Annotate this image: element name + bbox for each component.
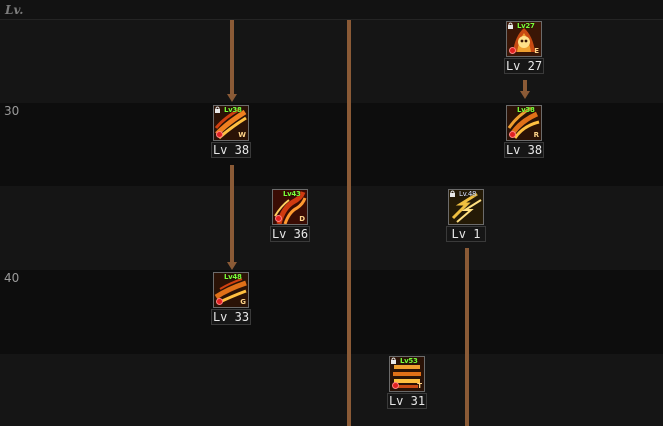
hotkey-label: G: [240, 298, 246, 306]
required-level: Lv38: [517, 106, 535, 114]
required-level: Lv43: [283, 190, 301, 198]
lock-icon: [450, 190, 455, 197]
skill-level: Lv 38: [504, 142, 544, 158]
skill-w[interactable]: Lv38 W Lv 38: [211, 105, 251, 158]
skill-icon[interactable]: Lv27 E: [506, 21, 542, 57]
level-marker-40: 40: [4, 271, 20, 285]
skill-level: Lv 27: [504, 58, 544, 74]
skill-level: Lv 38: [211, 142, 251, 158]
alert-icon: [216, 131, 223, 138]
connector-arrow: [227, 262, 237, 270]
hotkey-label: T: [417, 382, 422, 390]
row-band: [0, 0, 663, 20]
skill-level: Lv 33: [211, 309, 251, 325]
connector-line: [465, 248, 469, 426]
lock-icon: [215, 106, 220, 113]
skill-r[interactable]: Lv38 R Lv 38: [504, 105, 544, 158]
hotkey-label: R: [533, 131, 539, 139]
skill-icon[interactable]: Lv48 G: [213, 272, 249, 308]
level-marker-30: 30: [4, 104, 20, 118]
required-level: Lv48: [224, 273, 242, 281]
connector-line: [230, 20, 234, 96]
connector-arrow: [227, 94, 237, 102]
header-divider: [0, 19, 663, 20]
skill-passive[interactable]: Lv.48 Lv 1: [446, 189, 486, 242]
alert-icon: [275, 215, 282, 222]
alert-icon: [509, 131, 516, 138]
required-level: Lv38: [224, 106, 242, 114]
skill-level: Lv 1: [446, 226, 486, 242]
required-level: Lv27: [517, 22, 535, 30]
row-band: [0, 103, 663, 186]
skill-d[interactable]: Lv43 D Lv 36: [270, 189, 310, 242]
level-column-header: Lv.: [5, 3, 24, 17]
hotkey-label: E: [534, 47, 539, 55]
row-band: [0, 354, 663, 426]
alert-icon: [392, 382, 399, 389]
lock-icon: [508, 22, 513, 29]
skill-icon[interactable]: Lv38 W: [213, 105, 249, 141]
connector-line: [347, 20, 351, 426]
skill-t[interactable]: Lv53 T Lv 31: [387, 356, 427, 409]
skill-icon[interactable]: Lv43 D: [272, 189, 308, 225]
required-level: Lv.48: [459, 190, 477, 198]
alert-icon: [216, 298, 223, 305]
row-band: [0, 20, 663, 103]
skill-icon[interactable]: Lv.48: [448, 189, 484, 225]
lock-icon: [391, 357, 396, 364]
connector-arrow: [520, 91, 530, 99]
alert-icon: [509, 47, 516, 54]
skill-icon[interactable]: Lv38 R: [506, 105, 542, 141]
skill-g[interactable]: Lv48 G Lv 33: [211, 272, 251, 325]
skill-e[interactable]: Lv27 E Lv 27: [504, 21, 544, 74]
skill-icon[interactable]: Lv53 T: [389, 356, 425, 392]
hotkey-label: W: [238, 131, 246, 139]
row-band: [0, 186, 663, 270]
hotkey-label: D: [299, 215, 305, 223]
skill-level: Lv 36: [270, 226, 310, 242]
skill-tree: Lv. 30 40 Lv27 E Lv 27 Lv38 W Lv 38 Lv38…: [0, 0, 663, 426]
connector-line: [230, 165, 234, 264]
required-level: Lv53: [400, 357, 418, 365]
skill-level: Lv 31: [387, 393, 427, 409]
row-band: [0, 270, 663, 354]
